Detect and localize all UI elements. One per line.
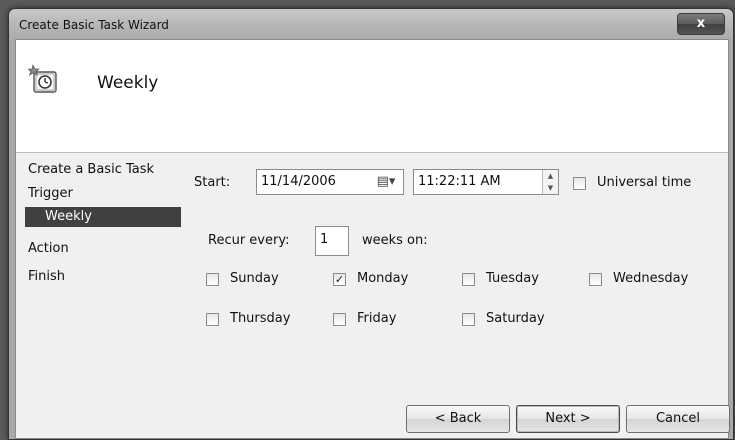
- recur-every-label: Recur every:: [208, 233, 290, 248]
- nav-item-trigger[interactable]: Trigger: [28, 186, 73, 201]
- close-icon: x: [696, 16, 706, 31]
- wednesday-checkbox[interactable]: [589, 273, 602, 286]
- recur-weeks-value: 1: [320, 232, 329, 247]
- next-button[interactable]: Next >: [516, 405, 620, 433]
- time-spinner[interactable]: ▲ ▼: [542, 170, 558, 194]
- start-label: Start:: [194, 175, 231, 190]
- tuesday-label: Tuesday: [486, 271, 539, 286]
- sunday-checkbox[interactable]: [206, 273, 219, 286]
- weeks-on-label: weeks on:: [362, 233, 428, 248]
- sunday-label: Sunday: [230, 271, 279, 286]
- universal-time-checkbox[interactable]: [573, 177, 586, 190]
- start-date-picker[interactable]: 11/14/2006 ▤▾: [256, 169, 404, 195]
- nav-item-weekly[interactable]: Weekly: [25, 207, 181, 227]
- cancel-button[interactable]: Cancel: [626, 405, 730, 433]
- wednesday-label: Wednesday: [613, 271, 689, 286]
- start-time-field[interactable]: 11:22:11 AM ▲ ▼: [413, 169, 559, 195]
- start-time-value: 11:22:11 AM: [418, 174, 501, 189]
- thursday-checkbox[interactable]: [206, 313, 219, 326]
- saturday-checkbox[interactable]: [462, 313, 475, 326]
- title-bar[interactable]: Create Basic Task Wizard x: [9, 9, 733, 39]
- task-scheduler-clock-icon: [28, 64, 57, 93]
- nav-item-create-basic-task[interactable]: Create a Basic Task: [28, 162, 154, 177]
- window-title: Create Basic Task Wizard: [19, 18, 169, 32]
- spin-down-icon[interactable]: ▼: [543, 182, 558, 194]
- nav-item-finish[interactable]: Finish: [28, 269, 65, 284]
- start-date-value: 11/14/2006: [261, 174, 336, 189]
- page-title: Weekly: [97, 73, 159, 93]
- recur-weeks-input[interactable]: 1: [315, 226, 349, 256]
- tuesday-checkbox[interactable]: [462, 273, 475, 286]
- saturday-label: Saturday: [486, 311, 545, 326]
- spin-up-icon[interactable]: ▲: [543, 170, 558, 182]
- monday-label: Monday: [357, 271, 409, 286]
- wizard-step-nav: Create a Basic Task Trigger Weekly Actio…: [16, 152, 190, 438]
- nav-item-action[interactable]: Action: [28, 241, 69, 256]
- back-button[interactable]: < Back: [406, 405, 510, 433]
- calendar-dropdown-icon[interactable]: ▤▾: [369, 170, 403, 194]
- wizard-client-area: Weekly Create a Basic Task Trigger Weekl…: [15, 39, 730, 439]
- close-button[interactable]: x: [677, 13, 725, 35]
- friday-label: Friday: [357, 311, 397, 326]
- wizard-window: Create Basic Task Wizard x Weekly Create…: [8, 8, 734, 440]
- monday-checkbox[interactable]: ✓: [333, 273, 346, 286]
- thursday-label: Thursday: [230, 311, 291, 326]
- wizard-header: Weekly: [16, 40, 728, 153]
- universal-time-label: Universal time: [597, 175, 692, 190]
- friday-checkbox[interactable]: [333, 313, 346, 326]
